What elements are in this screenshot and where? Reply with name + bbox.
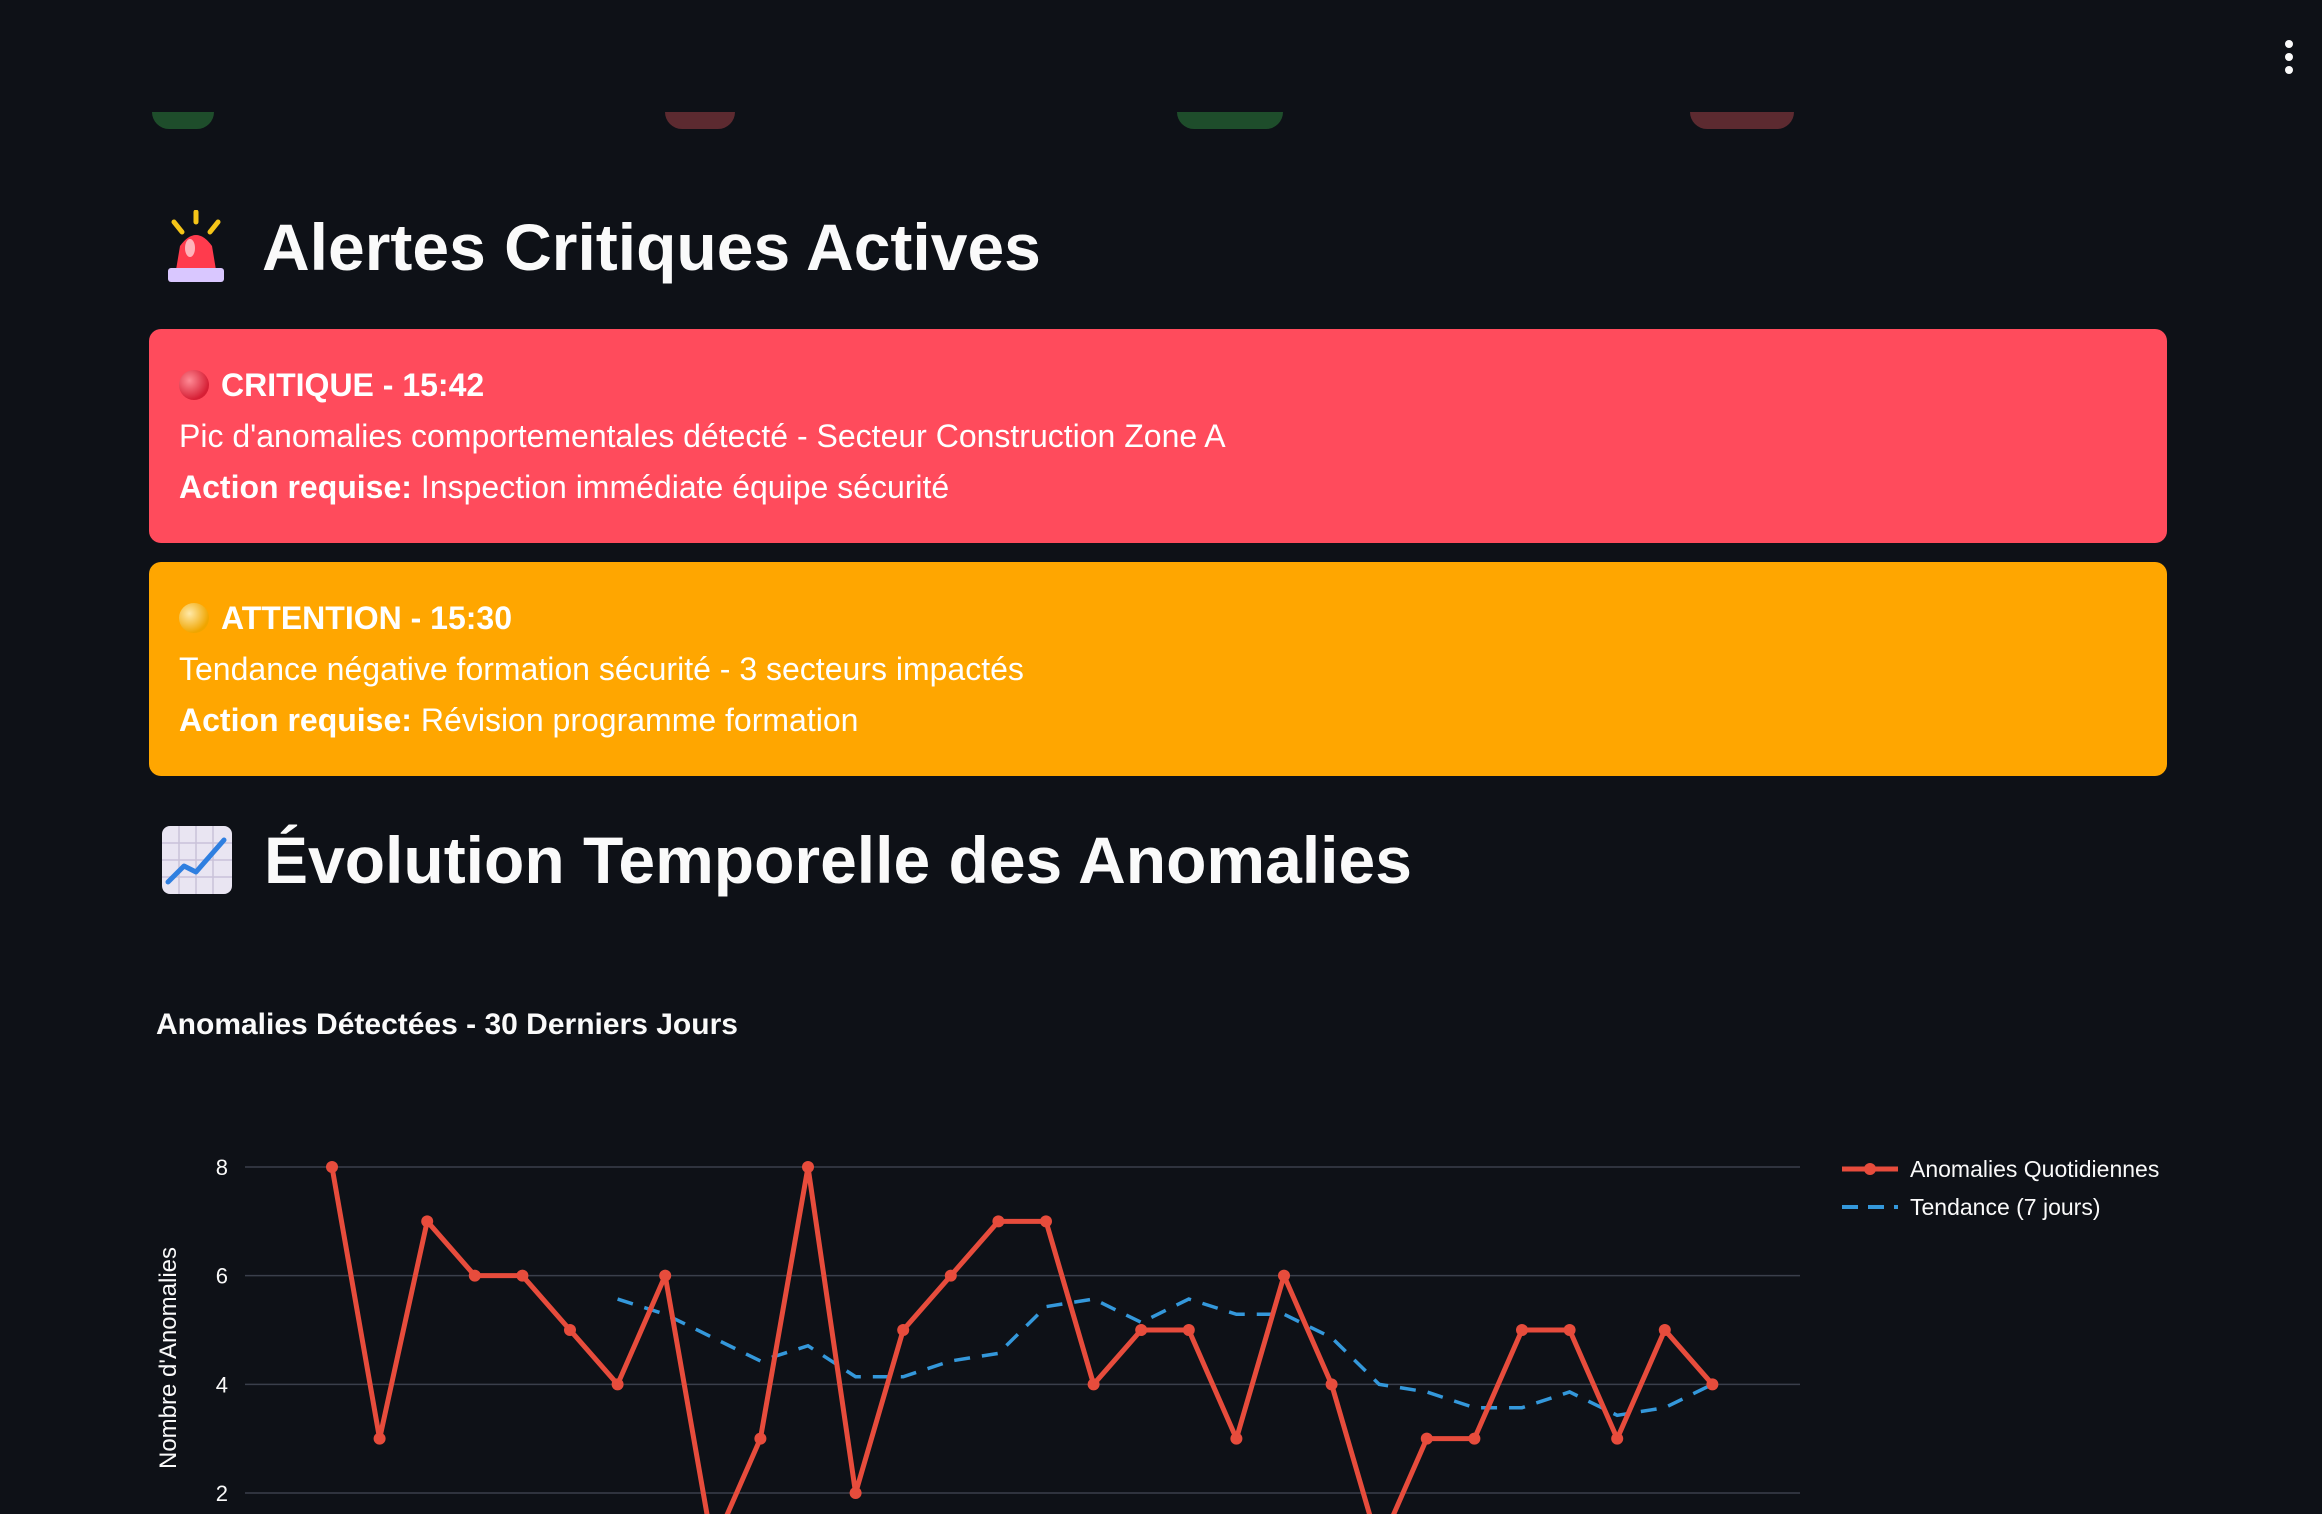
data-point[interactable] bbox=[897, 1324, 910, 1336]
metric-card-stub bbox=[1177, 112, 1283, 129]
alert-action-label: Action requise: bbox=[179, 701, 412, 738]
metric-card-stub bbox=[665, 112, 735, 129]
alerts-section-title-text: Alertes Critiques Actives bbox=[262, 210, 1041, 284]
alert-message: Tendance négative formation sécurité - 3… bbox=[179, 650, 1024, 687]
data-point[interactable] bbox=[944, 1269, 957, 1282]
series-line-daily bbox=[329, 1164, 1715, 1514]
alert-heading: CRITIQUE - 15:42 bbox=[221, 366, 485, 403]
data-point[interactable] bbox=[468, 1269, 481, 1282]
data-point[interactable] bbox=[611, 1378, 624, 1391]
chart-increasing-icon bbox=[162, 826, 232, 894]
data-point[interactable] bbox=[516, 1269, 529, 1282]
y-tick-label: 2 bbox=[216, 1481, 228, 1506]
data-point[interactable] bbox=[1706, 1378, 1719, 1391]
critical-alert-card: CRITIQUE - 15:42 Pic d'anomalies comport… bbox=[149, 329, 2167, 543]
data-point[interactable] bbox=[1182, 1324, 1195, 1336]
legend-line-solid-icon bbox=[1842, 1163, 1898, 1175]
warning-alert-card: ATTENTION - 15:30 Tendance négative form… bbox=[149, 562, 2167, 776]
data-point[interactable] bbox=[1468, 1432, 1481, 1445]
legend-label: Tendance (7 jours) bbox=[1910, 1193, 2101, 1220]
data-point[interactable] bbox=[754, 1432, 767, 1445]
data-point[interactable] bbox=[1087, 1378, 1100, 1391]
alert-message: Pic d'anomalies comportementales détecté… bbox=[179, 417, 1226, 454]
dashboard-page: Alertes Critiques Actives CRITIQUE - 15:… bbox=[0, 0, 2322, 1514]
metric-card-stub bbox=[152, 112, 214, 129]
legend-item-trend[interactable]: Tendance (7 jours) bbox=[1840, 1188, 2159, 1226]
data-point[interactable] bbox=[1420, 1432, 1433, 1445]
data-point[interactable] bbox=[1563, 1324, 1576, 1336]
alert-action-text: Révision programme formation bbox=[420, 701, 859, 738]
y-tick-label: 6 bbox=[216, 1264, 228, 1289]
y-tick-label: 4 bbox=[216, 1372, 228, 1397]
data-point[interactable] bbox=[802, 1161, 814, 1173]
data-point[interactable] bbox=[326, 1161, 338, 1173]
data-point[interactable] bbox=[849, 1487, 862, 1499]
legend-item-daily[interactable]: Anomalies Quotidiennes bbox=[1840, 1150, 2159, 1188]
alert-action-label: Action requise: bbox=[179, 468, 412, 505]
evolution-section-title: Évolution Temporelle des Anomalies bbox=[160, 824, 1412, 896]
data-point[interactable] bbox=[1040, 1215, 1052, 1228]
data-point[interactable] bbox=[1516, 1324, 1528, 1336]
y-tick-label: 8 bbox=[216, 1155, 228, 1180]
data-point[interactable] bbox=[659, 1269, 672, 1282]
police-light-icon bbox=[168, 210, 224, 282]
data-point[interactable] bbox=[1658, 1324, 1671, 1336]
yellow-circle-icon bbox=[179, 603, 209, 633]
data-point[interactable] bbox=[421, 1215, 434, 1228]
chart-legend: Anomalies Quotidiennes Tendance (7 jours… bbox=[1840, 1150, 2159, 1226]
data-point[interactable] bbox=[373, 1432, 386, 1445]
y-axis-label: Nombre d'Anomalies bbox=[155, 1247, 182, 1469]
legend-line-dashed-icon bbox=[1842, 1205, 1898, 1209]
chart-series bbox=[326, 1161, 1719, 1514]
data-point[interactable] bbox=[1611, 1432, 1624, 1445]
metric-card-stub bbox=[1690, 112, 1794, 129]
data-point[interactable] bbox=[1230, 1432, 1243, 1445]
y-axis-ticks: 2 4 6 8 bbox=[216, 1155, 228, 1506]
alert-action-text: Inspection immédiate équipe sécurité bbox=[420, 468, 950, 505]
data-point[interactable] bbox=[992, 1215, 1005, 1228]
data-point[interactable] bbox=[1325, 1378, 1338, 1391]
data-point[interactable] bbox=[1278, 1269, 1290, 1282]
chart-title: Anomalies Détectées - 30 Derniers Jours bbox=[156, 1008, 738, 1041]
alerts-section-title: Alertes Critiques Actives bbox=[160, 210, 1041, 284]
evolution-section-title-text: Évolution Temporelle des Anomalies bbox=[264, 823, 1412, 897]
data-point[interactable] bbox=[564, 1324, 576, 1336]
kebab-menu-icon[interactable] bbox=[2282, 40, 2296, 74]
alert-heading: ATTENTION - 15:30 bbox=[221, 599, 512, 636]
legend-label: Anomalies Quotidiennes bbox=[1910, 1155, 2160, 1182]
data-point[interactable] bbox=[1135, 1324, 1148, 1336]
anomalies-line-chart: 2 4 6 8 Nombre d'Anomalies bbox=[155, 1155, 1800, 1514]
red-circle-icon bbox=[179, 370, 209, 400]
